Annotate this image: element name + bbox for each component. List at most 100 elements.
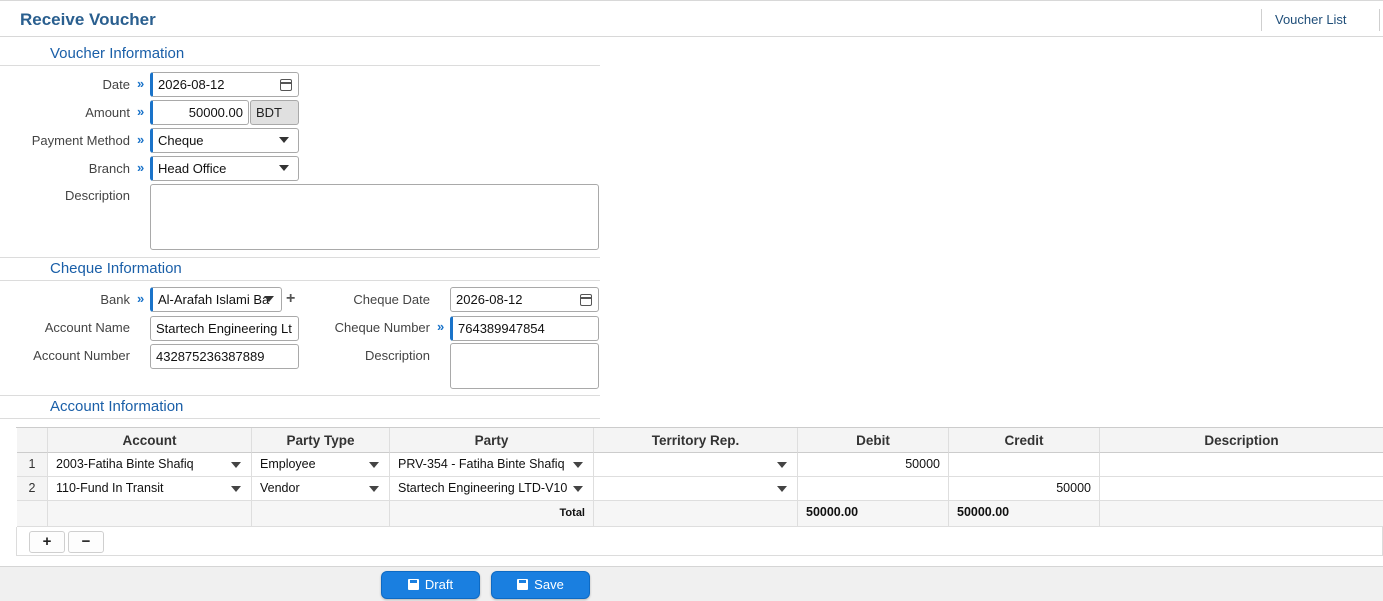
account-information-title: Account Information	[50, 398, 184, 415]
column-header[interactable]: Party	[390, 428, 594, 453]
section-divider	[0, 257, 600, 258]
voucher-list-link[interactable]: Voucher List	[1261, 9, 1380, 31]
credit-cell[interactable]: 50000	[949, 477, 1100, 501]
cheque-information-title: Cheque Information	[50, 260, 182, 277]
voucher-information-title: Voucher Information	[50, 45, 185, 62]
required-marker-icon: »	[137, 291, 145, 306]
account-value: 110-Fund In Transit	[56, 481, 164, 495]
party-type-cell[interactable]: Vendor	[252, 477, 390, 501]
debit-cell[interactable]: 50000	[798, 453, 949, 477]
account-grid: Account Party Type Party Territory Rep. …	[16, 427, 1383, 527]
bank-select[interactable]: Al-Arafah Islami Ba	[150, 287, 282, 312]
party-value: Startech Engineering LTD-V10	[398, 481, 568, 495]
cheque-number-field[interactable]: 764389947854	[450, 316, 599, 341]
grid-toolbar: + −	[16, 527, 1383, 556]
payment-method-label: Payment Method	[31, 133, 130, 148]
section-divider	[0, 280, 600, 281]
chevron-down-icon	[231, 486, 241, 492]
page-title: Receive Voucher	[20, 10, 156, 29]
total-credit: 50000.00	[949, 501, 1100, 527]
total-empty-cell	[252, 501, 390, 527]
account-name-field[interactable]: Startech Engineering Lt	[150, 316, 299, 341]
chevron-down-icon	[264, 296, 274, 302]
column-header[interactable]: Debit	[798, 428, 949, 453]
party-cell[interactable]: PRV-354 - Fatiha Binte Shafiq	[390, 453, 594, 477]
section-divider	[0, 395, 600, 396]
description-cell[interactable]	[1100, 477, 1383, 501]
draft-label: Draft	[424, 577, 454, 592]
required-marker-icon: »	[137, 104, 145, 119]
party-cell[interactable]: Startech Engineering LTD-V10	[390, 477, 594, 501]
chevron-down-icon	[231, 462, 241, 468]
payment-method-select[interactable]: Cheque	[150, 128, 299, 153]
cheque-description-label: Description	[364, 348, 430, 363]
description-label: Description	[64, 188, 130, 203]
chevron-down-icon	[369, 486, 379, 492]
description-cell[interactable]	[1100, 453, 1383, 477]
calendar-icon[interactable]	[580, 294, 592, 306]
total-row: Total 50000.00 50000.00	[17, 501, 1383, 527]
top-bar: Receive Voucher Voucher List	[0, 0, 1383, 37]
currency-badge: BDT	[250, 100, 299, 125]
row-number-header	[17, 428, 48, 453]
save-label: Save	[534, 577, 564, 592]
description-textarea[interactable]	[150, 184, 599, 250]
territory-rep-cell[interactable]	[594, 453, 798, 477]
date-field[interactable]: 2026-08-12	[150, 72, 299, 97]
account-name-label: Account Name	[44, 320, 130, 335]
amount-label: Amount	[85, 105, 130, 120]
add-row-button[interactable]: +	[29, 531, 65, 553]
bank-label: Bank	[100, 292, 130, 307]
column-header[interactable]: Description	[1100, 428, 1383, 453]
column-header[interactable]: Credit	[949, 428, 1100, 453]
chevron-down-icon	[279, 165, 289, 171]
calendar-icon[interactable]	[280, 79, 292, 91]
party-value: PRV-354 - Fatiha Binte Shafiq	[398, 457, 565, 471]
total-empty-cell	[594, 501, 798, 527]
account-number-field[interactable]: 432875236387889	[150, 344, 299, 369]
cheque-number-label: Cheque Number	[334, 320, 430, 335]
payment-method-value: Cheque	[158, 133, 204, 148]
required-marker-icon: »	[137, 76, 145, 91]
action-bar: Draft Save	[0, 566, 1383, 601]
required-marker-icon: »	[137, 160, 145, 175]
account-cell[interactable]: 110-Fund In Transit	[48, 477, 252, 501]
date-value: 2026-08-12	[158, 77, 225, 92]
column-header[interactable]: Party Type	[252, 428, 390, 453]
bank-value: Al-Arafah Islami Ba	[158, 292, 270, 307]
party-type-value: Employee	[260, 457, 316, 471]
account-number-label: Account Number	[33, 348, 130, 363]
grid-header-row: Account Party Type Party Territory Rep. …	[17, 428, 1383, 453]
chevron-down-icon	[369, 462, 379, 468]
total-empty-cell	[48, 501, 252, 527]
draft-button[interactable]: Draft	[381, 571, 480, 599]
cheque-description-textarea[interactable]	[450, 343, 599, 389]
party-type-cell[interactable]: Employee	[252, 453, 390, 477]
add-bank-icon[interactable]: +	[286, 290, 295, 308]
branch-select[interactable]: Head Office	[150, 156, 299, 181]
amount-field[interactable]: 50000.00	[150, 100, 249, 125]
territory-rep-cell[interactable]	[594, 477, 798, 501]
account-cell[interactable]: 2003-Fatiha Binte Shafiq	[48, 453, 252, 477]
floppy-disk-icon	[517, 579, 529, 590]
required-marker-icon: »	[137, 132, 145, 147]
column-header[interactable]: Territory Rep.	[594, 428, 798, 453]
total-debit: 50000.00	[798, 501, 949, 527]
party-type-value: Vendor	[260, 481, 300, 495]
save-button[interactable]: Save	[491, 571, 590, 599]
chevron-down-icon	[573, 462, 583, 468]
branch-value: Head Office	[158, 161, 227, 176]
credit-cell[interactable]	[949, 453, 1100, 477]
debit-cell[interactable]	[798, 477, 949, 501]
section-divider	[0, 65, 600, 66]
section-divider	[0, 418, 600, 419]
chevron-down-icon	[777, 462, 787, 468]
total-empty-cell	[1100, 501, 1383, 527]
column-header[interactable]: Account	[48, 428, 252, 453]
date-label: Date	[102, 77, 130, 92]
chevron-down-icon	[777, 486, 787, 492]
remove-row-button[interactable]: −	[68, 531, 104, 553]
cheque-date-field[interactable]: 2026-08-12	[450, 287, 599, 312]
cheque-date-value: 2026-08-12	[456, 292, 523, 307]
floppy-disk-icon	[407, 579, 419, 590]
